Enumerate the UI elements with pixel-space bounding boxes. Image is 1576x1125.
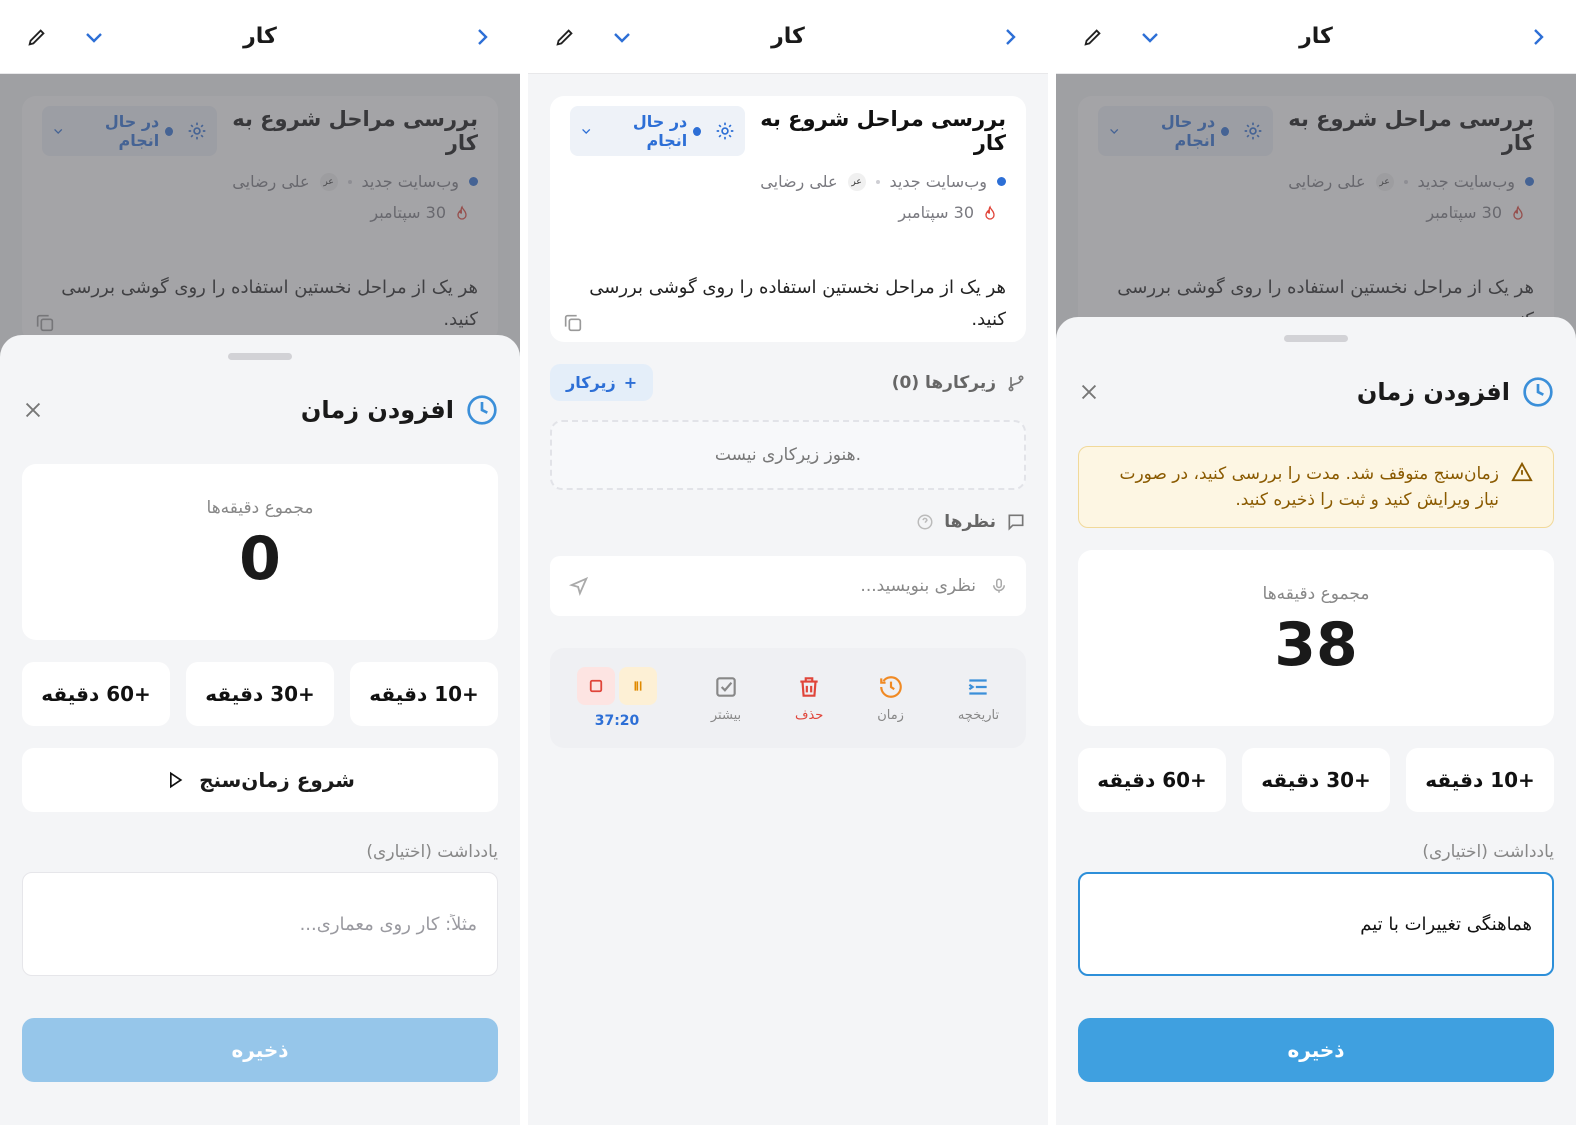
top-bar: کار [528,0,1048,74]
history-label: تاریخچه [957,707,1000,723]
delete-label: حذف [794,707,824,723]
clock-rewind-icon [878,674,904,700]
chevron-right-icon[interactable] [1526,25,1550,49]
top-bar: کار [0,0,520,74]
history-action[interactable]: تاریخچه [958,674,999,723]
add-60-minutes-button[interactable]: +60 دقیقه [22,662,170,726]
timer-value: 37:20 [594,713,640,729]
start-timer-label: شروع زمان‌سنج [199,768,355,792]
assignee-name: علی رضایی [760,172,838,191]
clock-icon [1522,376,1554,408]
subtasks-header: زیرکارها (0) + زیرکار [550,364,1026,401]
comment-placeholder: نظری بنویسید... [860,576,976,596]
comment-icon [1006,512,1026,532]
chevron-right-icon[interactable] [470,25,494,49]
more-action[interactable]: بیشتر [711,674,741,723]
trash-icon [796,674,822,700]
save-button[interactable]: ذخیره [1078,1018,1554,1082]
timer-stopped-warning: زمان‌سنج متوقف شد. مدت را بررسی کنید، در… [1078,446,1554,528]
microphone-icon[interactable] [990,575,1008,597]
close-icon[interactable] [22,399,44,421]
chevron-right-icon[interactable] [998,25,1022,49]
clock-icon [466,394,498,426]
total-minutes-label: مجموع دقیقه‌ها [1262,584,1370,604]
add-10-minutes-button[interactable]: +10 دقیقه [350,662,498,726]
project-name: وب‌سایت جدید [889,172,987,191]
sheet-title: افزودن زمان [1356,378,1510,406]
play-icon [165,770,185,790]
due-date: 30 سپتامبر [898,203,974,222]
edit-pencil-icon[interactable] [554,26,576,48]
stop-icon[interactable] [577,667,615,705]
copy-icon[interactable] [562,312,584,334]
close-icon[interactable] [1078,381,1100,403]
status-label: در حال انجام [632,112,688,150]
task-card: بررسی مراحل شروع به کار در حال انجام وب‌… [550,96,1026,342]
note-label: یادداشت (اختیاری) [1422,842,1554,862]
screen-task-detail: کار بررسی مراحل شروع به کار در حال انجام… [528,0,1048,1125]
subtasks-empty-state: هنوز زیرکاری نیست. [550,420,1026,490]
total-minutes-label: مجموع دقیقه‌ها [206,498,314,518]
add-subtask-label: زیرکار [566,373,616,392]
edit-pencil-icon[interactable] [26,26,48,48]
total-minutes-card: مجموع دقیقه‌ها 0 [22,464,498,640]
comments-label: نظرها [944,512,996,532]
note-input[interactable] [1078,872,1554,976]
add-time-sheet: افزودن زمان زمان‌سنج متوقف شد. مدت را بر… [1056,317,1576,1125]
avatar: عر [847,172,866,191]
time-action[interactable]: زمان [877,674,904,723]
help-icon[interactable] [916,513,934,531]
subtasks-label: زیرکارها (0) [891,372,996,393]
pause-icon[interactable] [619,667,657,705]
add-30-minutes-button[interactable]: +30 دقیقه [186,662,334,726]
status-dropdown[interactable]: در حال انجام [580,112,702,150]
chevron-down-icon[interactable] [1138,25,1162,49]
flame-icon [982,204,998,222]
add-subtask-button[interactable]: + زیرکار [550,364,654,401]
save-button[interactable]: ذخیره [22,1018,498,1082]
gear-icon[interactable] [715,121,735,141]
history-list-icon [965,674,991,700]
sheet-handle[interactable] [228,353,292,360]
screen-add-time-paused: کار بررسی مراحل شروع به کار در حال انجام… [1056,0,1576,1125]
checkbox-icon [713,674,739,700]
total-minutes-value: 38 [1274,610,1358,680]
task-description: هر یک از مراحل نخستین استفاده را روی گوش… [589,277,1006,330]
action-bar: تاریخچه زمان حذف بیشتر 37:20 [550,648,1026,748]
timer-control: 37:20 [577,667,657,729]
time-label: زمان [877,707,904,723]
chevron-down-icon[interactable] [82,25,106,49]
branch-icon [1006,373,1026,393]
chevron-down-icon[interactable] [610,25,634,49]
note-input[interactable] [22,872,498,976]
task-title: بررسی مراحل شروع به کار [760,107,1006,155]
project-dot [997,177,1006,186]
send-icon[interactable] [568,575,590,597]
plus-icon: + [623,373,638,392]
comment-input[interactable]: نظری بنویسید... [550,556,1026,616]
total-minutes-value: 0 [239,524,281,594]
add-60-minutes-button[interactable]: +60 دقیقه [1078,748,1226,812]
top-bar: کار [1056,0,1576,74]
screen-add-time-empty: کار بررسی مراحل شروع به کار در حال انجام… [0,0,520,1125]
note-label: یادداشت (اختیاری) [366,842,498,862]
add-10-minutes-button[interactable]: +10 دقیقه [1406,748,1554,812]
edit-pencil-icon[interactable] [1082,26,1104,48]
sheet-handle[interactable] [1284,335,1348,342]
add-30-minutes-button[interactable]: +30 دقیقه [1242,748,1390,812]
delete-action[interactable]: حذف [795,674,823,723]
add-time-sheet: افزودن زمان مجموع دقیقه‌ها 0 +10 دقیقه +… [0,335,520,1125]
warning-icon [1511,461,1533,483]
more-label: بیشتر [710,707,742,723]
comments-header: نظرها [550,512,1026,532]
warning-text: زمان‌سنج متوقف شد. مدت را بررسی کنید، در… [1119,464,1499,510]
start-timer-button[interactable]: شروع زمان‌سنج [22,748,498,812]
sheet-title: افزودن زمان [300,396,454,424]
total-minutes-card: مجموع دقیقه‌ها 38 [1078,550,1554,726]
